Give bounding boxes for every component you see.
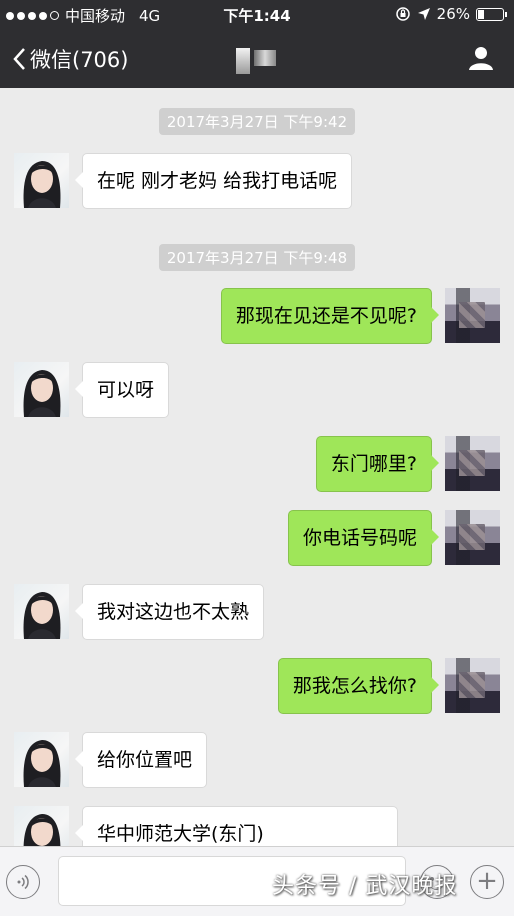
voice-input-button[interactable]	[6, 865, 40, 899]
nav-bar: 微信(706)	[0, 28, 514, 88]
user-avatar[interactable]	[445, 436, 500, 491]
message-outgoing[interactable]: 那现在见还是不见呢?	[220, 288, 440, 344]
orientation-lock-icon	[395, 7, 410, 21]
location-message[interactable]: 华中师范大学(东门)	[75, 806, 398, 846]
contact-avatar[interactable]	[14, 362, 69, 417]
timestamp: 2017年3月27日 下午9:42	[0, 108, 514, 135]
message-incoming[interactable]: 可以呀	[74, 362, 170, 418]
location-arrow-icon	[417, 8, 430, 20]
chevron-left-icon	[13, 48, 25, 70]
message-outgoing[interactable]: 东门哪里?	[315, 436, 440, 492]
user-avatar[interactable]	[445, 288, 500, 343]
contact-info-button[interactable]	[468, 45, 494, 75]
status-bar: 中国移动 4G 下午1:44 26%	[0, 0, 514, 28]
chat-title-blurred	[236, 48, 276, 74]
battery-percent: 26%	[436, 5, 470, 23]
message-outgoing[interactable]: 那我怎么找你?	[277, 658, 440, 714]
user-avatar[interactable]	[445, 658, 500, 713]
contact-avatar[interactable]	[14, 584, 69, 639]
watermark: 头条号 / 武汉晚报	[272, 874, 458, 899]
message-outgoing[interactable]: 你电话号码呢	[287, 510, 440, 566]
contact-avatar[interactable]	[14, 153, 69, 208]
message-incoming[interactable]: 给你位置吧	[74, 732, 208, 788]
back-button[interactable]: 微信(706)	[12, 44, 128, 74]
status-right: 26%	[395, 5, 507, 23]
user-avatar[interactable]	[445, 510, 500, 565]
contact-avatar[interactable]	[14, 806, 69, 846]
chat-area[interactable]: 2017年3月27日 下午9:42 在呢 刚才老妈 给我打电话呢 2017年3月…	[0, 88, 514, 846]
more-button[interactable]: +	[470, 865, 504, 899]
back-label: 微信(706)	[30, 48, 129, 72]
battery-icon	[476, 7, 507, 21]
person-icon	[469, 47, 493, 70]
contact-avatar[interactable]	[14, 732, 69, 787]
voice-icon	[17, 874, 29, 890]
message-incoming[interactable]: 我对这边也不太熟	[74, 584, 265, 640]
message-incoming[interactable]: 在呢 刚才老妈 给我打电话呢	[74, 153, 353, 209]
timestamp: 2017年3月27日 下午9:48	[0, 244, 514, 271]
